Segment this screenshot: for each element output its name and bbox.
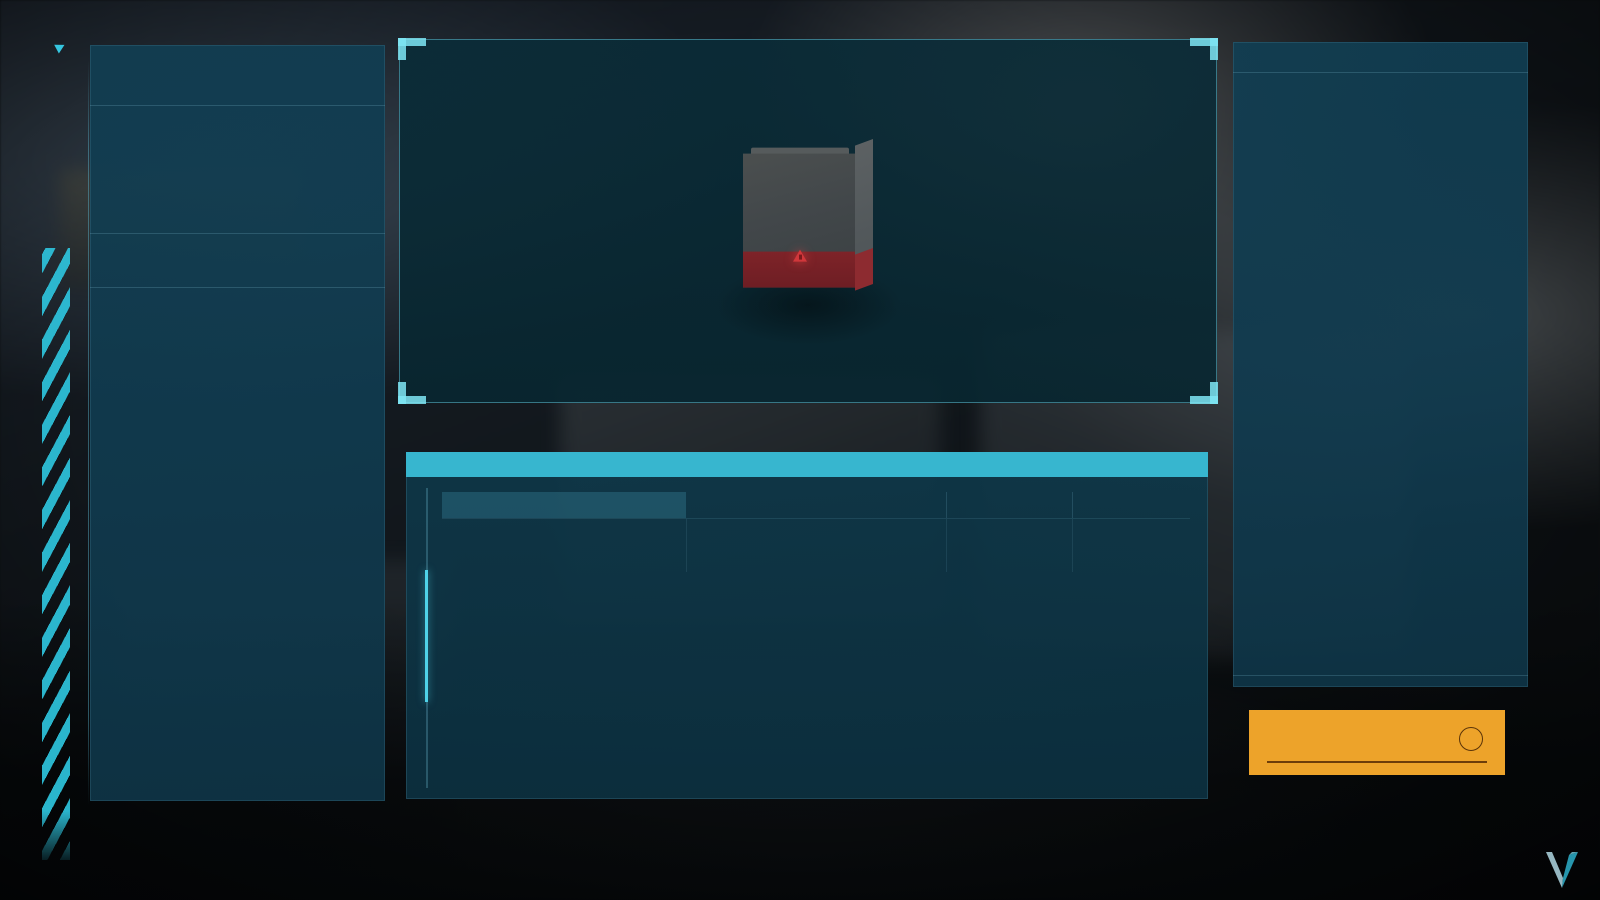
directory-panel (406, 452, 1208, 799)
microcell-3d-model[interactable] (743, 139, 873, 291)
table-cell-value (1072, 518, 1190, 572)
column-header-value[interactable] (1072, 492, 1190, 518)
components-panel (1233, 42, 1528, 687)
craft-button[interactable] (1249, 710, 1505, 775)
stat-value (236, 243, 356, 246)
table-cell-spacer (686, 518, 946, 572)
table-cell-name (442, 519, 686, 572)
info-panel-divider-top (90, 105, 385, 106)
game-logo-watermark (1546, 852, 1578, 888)
directory-scroll-thumb[interactable] (425, 570, 428, 702)
directory-table (442, 492, 1190, 572)
craft-button-underline (1267, 760, 1487, 763)
model-side-face-red (855, 248, 873, 291)
components-panel-divider-bottom (1233, 675, 1528, 676)
stat-mass (106, 243, 226, 246)
preview-corner-bottom-left-v (398, 382, 406, 404)
rail-divider-line (88, 60, 89, 805)
warning-triangle-icon (793, 249, 807, 262)
components-panel-divider-top (1233, 72, 1528, 73)
rail-arrow-icon (54, 40, 67, 54)
hazard-stripe-decoration (42, 248, 70, 860)
table-row[interactable] (442, 518, 1190, 572)
column-header-mass[interactable] (946, 492, 1072, 518)
info-panel-divider-bottom (90, 287, 385, 288)
table-header-row (442, 492, 1190, 518)
model-front-face (743, 153, 855, 288)
square-item-icon (456, 533, 476, 557)
info-panel-divider-mid (90, 233, 385, 234)
left-rail (0, 0, 90, 900)
directory-header-bar (406, 452, 1208, 477)
column-header-spacer (686, 492, 946, 518)
preview-corner-top-right-v (1210, 38, 1218, 60)
item-preview-panel[interactable] (398, 38, 1218, 404)
item-info-panel (90, 45, 385, 801)
craft-button-content (1449, 727, 1483, 751)
preview-corner-bottom-right-v (1210, 382, 1218, 404)
column-header-name[interactable] (442, 492, 686, 518)
directory-rows-host (442, 518, 1190, 572)
craft-button-a-glyph-icon (1459, 727, 1483, 751)
preview-corner-top-left-v (398, 38, 406, 60)
table-cell-mass (946, 518, 1072, 572)
item-stats-group (106, 243, 366, 262)
